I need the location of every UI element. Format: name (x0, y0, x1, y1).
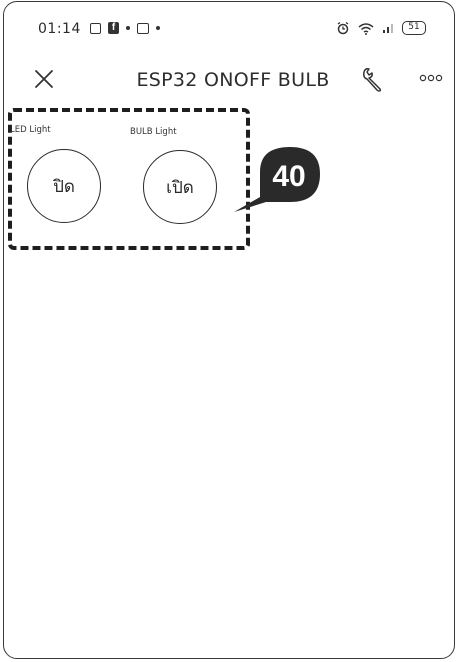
phone-frame: 01:14 f 51 ESP32 ONOFF BULB LED Light ปิ… (3, 1, 455, 659)
led-light-label: LED Light (10, 125, 51, 135)
notification-icons: f (90, 22, 160, 34)
wifi-icon (358, 22, 374, 35)
battery-icon: 51 (402, 21, 426, 35)
facebook-icon: f (108, 22, 119, 34)
alarm-icon (337, 21, 349, 35)
image-icon (137, 22, 149, 34)
signal-icon (383, 24, 393, 33)
dot-icon (126, 26, 130, 30)
dot-icon (156, 26, 160, 30)
app-header: ESP32 ONOFF BULB (4, 58, 454, 102)
system-icons: 51 (336, 21, 426, 35)
callout-number: 40 (272, 160, 306, 193)
more-options-icon[interactable] (419, 72, 443, 84)
status-bar: 01:14 f 51 (32, 20, 432, 42)
bulb-toggle-button[interactable]: เปิด (143, 150, 217, 224)
status-time: 01:14 (38, 21, 81, 37)
bulb-light-label: BULB Light (130, 127, 177, 137)
led-toggle-button[interactable]: ปิด (27, 149, 101, 223)
app-notification-icon (90, 22, 101, 34)
wrench-icon[interactable] (359, 66, 387, 94)
